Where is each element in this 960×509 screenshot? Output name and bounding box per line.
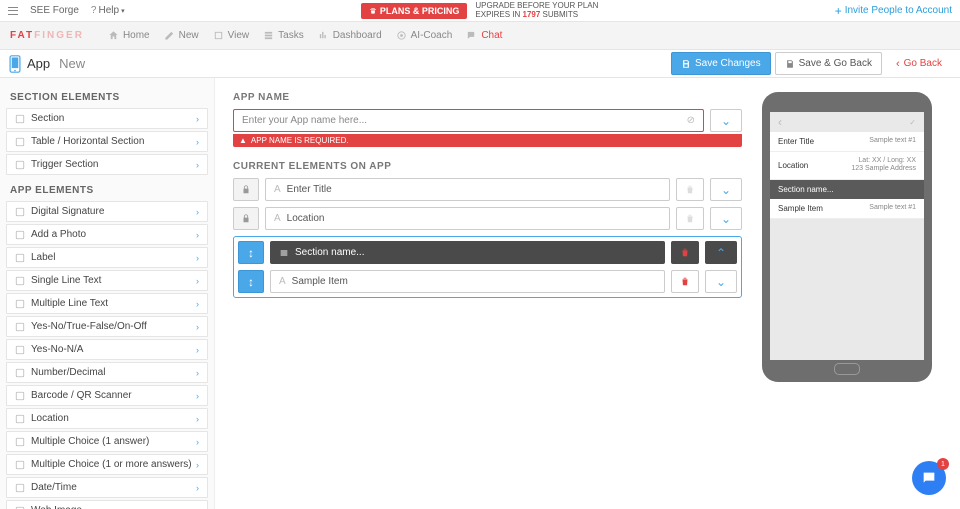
- app-elements-heading: APP ELEMENTS: [0, 177, 214, 201]
- palette-item[interactable]: Table / Horizontal Section›: [6, 131, 208, 152]
- clear-icon[interactable]: ⊘: [687, 115, 695, 126]
- preview-section: Section name...: [770, 180, 924, 199]
- element-section[interactable]: Section name...: [270, 241, 665, 264]
- palette-item[interactable]: Multiple Choice (1 or more answers)›: [6, 454, 208, 475]
- upgrade-notice: UPGRADE BEFORE YOUR PLAN EXPIRES IN 1797…: [475, 2, 598, 20]
- current-elements-heading: CURRENT ELEMENTS ON APP: [233, 161, 742, 172]
- plans-pricing-button[interactable]: PLANS & PRICING: [361, 3, 468, 19]
- brand-logo: FATFINGER: [10, 30, 84, 41]
- help-menu[interactable]: ?Help▾: [91, 5, 125, 16]
- delete-button[interactable]: [671, 241, 699, 264]
- app-name-expand[interactable]: ⌄: [710, 109, 742, 132]
- palette-item[interactable]: Barcode / QR Scanner›: [6, 385, 208, 406]
- nav-view[interactable]: View: [213, 30, 250, 41]
- delete-button: [676, 207, 704, 230]
- chat-badge: 1: [937, 458, 949, 470]
- preview-row: Sample Item Sample text #1: [770, 199, 924, 219]
- element-enter-title[interactable]: AEnter Title: [265, 178, 670, 201]
- save-go-back-button[interactable]: Save & Go Back: [775, 52, 882, 75]
- nav-home[interactable]: Home: [108, 30, 150, 41]
- nav-aicoach[interactable]: AI-Coach: [396, 30, 453, 41]
- delete-button: [676, 178, 704, 201]
- palette-item[interactable]: Yes-No/True-False/On-Off›: [6, 316, 208, 337]
- palette-item[interactable]: Single Line Text›: [6, 270, 208, 291]
- palette-item[interactable]: Multiple Line Text›: [6, 293, 208, 314]
- lock-icon: [233, 207, 259, 230]
- element-sample-item[interactable]: ASample Item: [270, 270, 665, 293]
- phone-icon: [8, 55, 22, 73]
- nav-dashboard[interactable]: Dashboard: [318, 30, 382, 41]
- product-name: SEE Forge: [30, 5, 79, 16]
- expand-button[interactable]: ⌄: [705, 270, 737, 293]
- palette-item[interactable]: Section›: [6, 108, 208, 129]
- page-title: AppNew: [8, 55, 85, 73]
- preview-back-icon: ‹: [778, 115, 782, 129]
- palette-item[interactable]: Add a Photo›: [6, 224, 208, 245]
- drag-handle[interactable]: ↕: [238, 270, 264, 293]
- app-name-input[interactable]: Enter your App name here... ⊘: [233, 109, 704, 132]
- palette-item[interactable]: Trigger Section›: [6, 154, 208, 175]
- preview-row: Enter Title Sample text #1: [770, 132, 924, 152]
- invite-people-link[interactable]: +Invite People to Account: [835, 4, 952, 18]
- palette-item[interactable]: Yes-No-N/A›: [6, 339, 208, 360]
- expand-button[interactable]: ⌄: [710, 207, 742, 230]
- palette-item[interactable]: Multiple Choice (1 answer)›: [6, 431, 208, 452]
- chat-fab[interactable]: 1: [912, 461, 946, 495]
- element-location[interactable]: ALocation: [265, 207, 670, 230]
- preview-check-icon: ✓: [909, 118, 916, 127]
- palette-item[interactable]: Web Image›: [6, 500, 208, 509]
- save-changes-button[interactable]: Save Changes: [671, 52, 771, 75]
- nav-tasks[interactable]: Tasks: [263, 30, 304, 41]
- drag-handle[interactable]: ↕: [238, 241, 264, 264]
- menu-icon[interactable]: [8, 7, 18, 15]
- go-back-button[interactable]: ‹Go Back: [886, 52, 952, 76]
- app-name-error: ▲APP NAME IS REQUIRED.: [233, 134, 742, 147]
- section-elements-heading: SECTION ELEMENTS: [0, 84, 214, 108]
- collapse-button[interactable]: ⌃: [705, 241, 737, 264]
- nav-new[interactable]: New: [164, 30, 199, 41]
- palette-item[interactable]: Digital Signature›: [6, 201, 208, 222]
- palette-item[interactable]: Date/Time›: [6, 477, 208, 498]
- app-name-heading: APP NAME: [233, 92, 742, 103]
- phone-preview: ‹ ✓ Enter Title Sample text #1 Location …: [762, 92, 932, 382]
- nav-chat[interactable]: Chat: [466, 30, 502, 41]
- palette-item[interactable]: Label›: [6, 247, 208, 268]
- lock-icon: [233, 178, 259, 201]
- palette-item[interactable]: Location›: [6, 408, 208, 429]
- preview-row: Location Lat: XX / Long: XX123 Sample Ad…: [770, 152, 924, 180]
- palette-item[interactable]: Number/Decimal›: [6, 362, 208, 383]
- delete-button[interactable]: [671, 270, 699, 293]
- expand-button[interactable]: ⌄: [710, 178, 742, 201]
